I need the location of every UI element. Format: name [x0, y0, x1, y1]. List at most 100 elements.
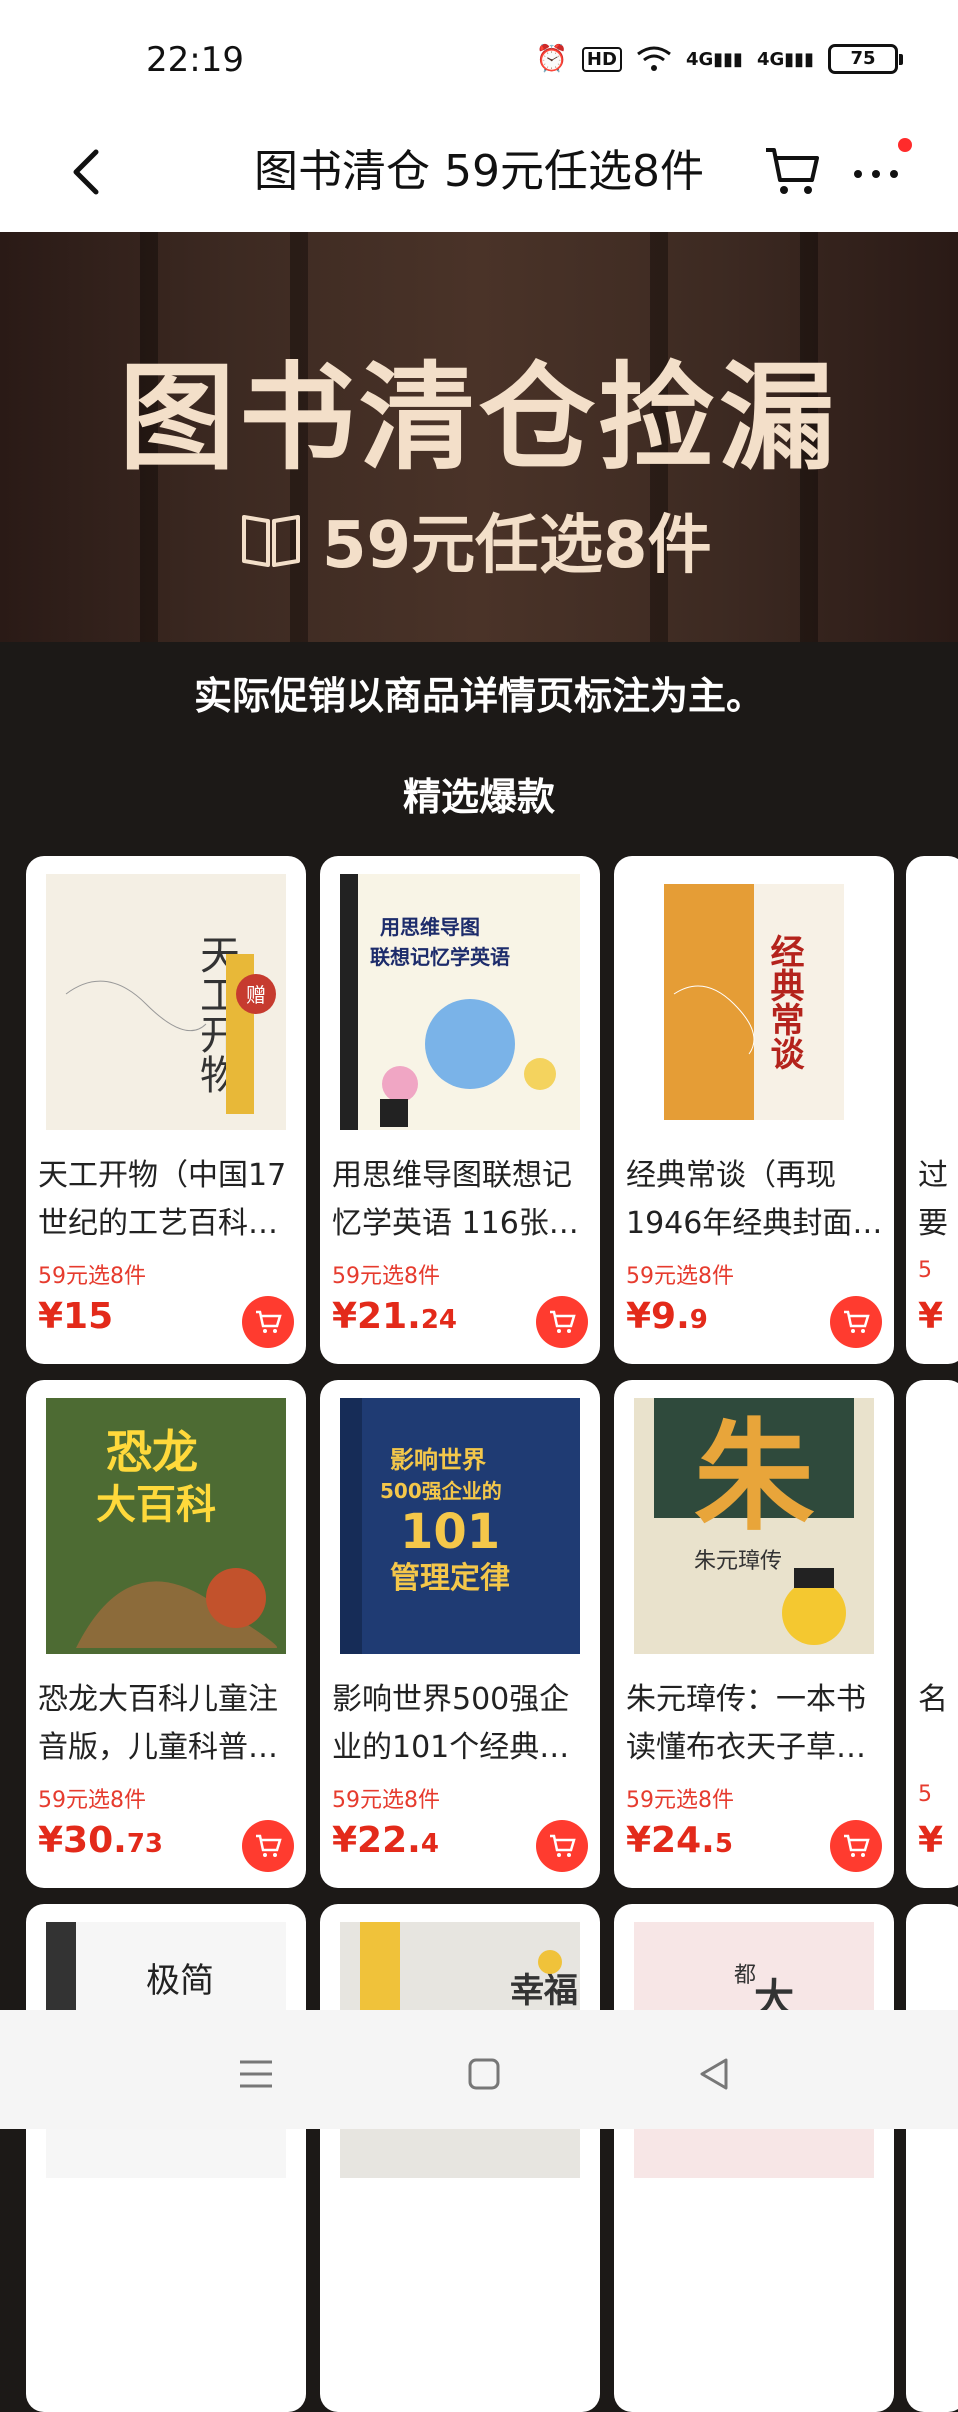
- product-price: ¥22.4: [332, 1820, 439, 1861]
- svg-text:赠: 赠: [246, 983, 266, 1007]
- product-price: ¥21.24: [332, 1296, 457, 1337]
- promo-tag: 59元选8件: [38, 1264, 146, 1289]
- peek-text: 要: [918, 1206, 948, 1241]
- price-main: ¥15: [38, 1296, 114, 1337]
- product-card[interactable]: 经典常谈 经典常谈（再现 1946年经典封面… 59元选8件 ¥9.9: [614, 856, 894, 1364]
- signal-1-icon: 4G▮▮▮: [685, 48, 743, 70]
- add-to-cart-button[interactable]: [242, 1296, 294, 1348]
- banner-title: 图书清仓捡漏: [119, 351, 839, 486]
- battery-icon: 75: [828, 44, 903, 74]
- product-card-peek[interactable]: 过要 5 ¥: [906, 856, 958, 1364]
- product-title-line: 影响世界500强企: [332, 1682, 570, 1717]
- more-icon[interactable]: [846, 140, 906, 200]
- section-title: 精选爆款: [402, 775, 555, 819]
- product-card[interactable]: 天工开物赠 天工开物（中国17 世纪的工艺百科… 59元选8件 ¥15: [26, 856, 306, 1364]
- product-title: 恐龙大百科儿童注 音版，儿童科普…: [38, 1676, 300, 1772]
- peek-price: ¥: [918, 1296, 944, 1337]
- book-icon: [242, 515, 300, 567]
- price-main: ¥24.: [626, 1820, 715, 1861]
- alarm-icon: ⏰: [535, 44, 568, 74]
- price-main: ¥22.: [332, 1820, 421, 1861]
- svg-text:影响世界: 影响世界: [390, 1446, 486, 1474]
- promo-tag: 59元选8件: [626, 1264, 734, 1289]
- product-title-line: 天工开物（中国17: [38, 1158, 287, 1193]
- peek-text: 名: [918, 1682, 948, 1717]
- system-nav-bar: [0, 2010, 958, 2129]
- price-main: ¥9.: [626, 1296, 690, 1337]
- status-icons: ⏰ HD 4G▮▮▮ 4G▮▮▮ 75: [535, 44, 903, 74]
- top-nav: 图书清仓 59元任选8件: [0, 120, 958, 232]
- peek-text: 过: [918, 1158, 948, 1193]
- promo-banner: 图书清仓捡漏 59元任选8件: [0, 232, 958, 642]
- menu-icon[interactable]: [236, 2054, 276, 2094]
- network-type-2: 4G: [756, 48, 785, 70]
- banner-subtitle: 59元任选8件: [322, 509, 712, 583]
- svg-text:用思维导图: 用思维导图: [380, 915, 480, 939]
- status-bar: 22:19 ⏰ HD 4G▮▮▮ 4G▮▮▮ 75: [0, 0, 958, 120]
- peek-promo: 5: [918, 1258, 932, 1283]
- cart-icon: [844, 1310, 870, 1333]
- svg-text:朱元璋传: 朱元璋传: [694, 1549, 782, 1574]
- price-decimal: 4: [420, 1829, 439, 1859]
- price-decimal: 5: [714, 1829, 733, 1859]
- svg-text:联想记忆学英语: 联想记忆学英语: [370, 945, 510, 969]
- cart-icon: [550, 1834, 576, 1857]
- product-title: 影响世界500强企 业的101个经典…: [332, 1676, 594, 1772]
- hd-icon: HD: [581, 46, 622, 72]
- home-icon[interactable]: [464, 2054, 504, 2094]
- network-type-1: 4G: [685, 48, 714, 70]
- peek-price: ¥: [918, 1820, 944, 1861]
- product-card-peek[interactable]: [906, 1904, 958, 2412]
- price-main: ¥30.: [38, 1820, 127, 1861]
- price-decimal: 73: [126, 1829, 164, 1859]
- svg-text:管理定律: 管理定律: [390, 1561, 510, 1596]
- add-to-cart-button[interactable]: [830, 1820, 882, 1872]
- svg-text:101: 101: [400, 1504, 500, 1560]
- product-card-peek[interactable]: 名 5 ¥: [906, 1380, 958, 1888]
- add-to-cart-button[interactable]: [242, 1820, 294, 1872]
- wifi-icon: [637, 46, 671, 71]
- product-price: ¥30.73: [38, 1820, 163, 1861]
- product-card[interactable]: 影响世界 500强企业的 101 管理定律 影响世界500强企 业的101个经典… 59…: [320, 1380, 600, 1888]
- product-price: ¥15: [38, 1296, 113, 1337]
- product-price: ¥9.9: [626, 1296, 708, 1337]
- cart-icon: [844, 1834, 870, 1857]
- banner-subtitle-row: 59元任选8件: [238, 494, 712, 586]
- product-card[interactable]: 用思维导图联想记忆学英语 用思维导图联想记 忆学英语 116张… 59元选8件 ¥…: [320, 856, 600, 1364]
- book-cover-image: 影响世界 500强企业的 101 管理定律: [340, 1398, 580, 1654]
- cart-icon[interactable]: [762, 140, 822, 200]
- promo-tag: 59元选8件: [332, 1264, 440, 1289]
- book-cover-image: 朱朱元璋传: [634, 1398, 874, 1654]
- product-title: 经典常谈（再现 1946年经典封面…: [626, 1152, 888, 1248]
- add-to-cart-button[interactable]: [830, 1296, 882, 1348]
- product-card[interactable]: 极简: [26, 1904, 306, 2412]
- add-to-cart-button[interactable]: [536, 1296, 588, 1348]
- svg-text:都: 都: [734, 1963, 756, 1988]
- price-main: ¥21.: [332, 1296, 421, 1337]
- product-title-line: 世纪的工艺百科…: [38, 1206, 278, 1241]
- product-title: 用思维导图联想记 忆学英语 116张…: [332, 1152, 594, 1248]
- peek-promo: 5: [918, 1782, 932, 1807]
- product-card[interactable]: 恐龙 大百科 恐龙大百科儿童注 音版，儿童科普… 59元选8件 ¥30.73: [26, 1380, 306, 1888]
- svg-text:500强企业的: 500强企业的: [380, 1479, 502, 1503]
- product-title-line: 忆学英语 116张…: [332, 1206, 579, 1241]
- product-card[interactable]: 幸福: [320, 1904, 600, 2412]
- svg-text:朱: 朱: [694, 1408, 815, 1547]
- cart-icon: [256, 1834, 282, 1857]
- product-title-line: 经典常谈（再现: [626, 1158, 836, 1193]
- product-title: 天工开物（中国17 世纪的工艺百科…: [38, 1152, 300, 1248]
- product-title-line: 读懂布衣天子草…: [626, 1730, 866, 1765]
- product-title-line: 业的101个经典…: [332, 1730, 570, 1765]
- product-title-line: 朱元璋传：一本书: [626, 1682, 866, 1717]
- add-to-cart-button[interactable]: [536, 1820, 588, 1872]
- product-price: ¥24.5: [626, 1820, 733, 1861]
- signal-2-icon: 4G▮▮▮: [756, 48, 814, 70]
- notification-dot: [898, 138, 912, 152]
- promo-tag: 59元选8件: [38, 1788, 146, 1813]
- back-icon[interactable]: [694, 2054, 734, 2094]
- product-card[interactable]: 大都: [614, 1904, 894, 2412]
- product-card[interactable]: 朱朱元璋传 朱元璋传：一本书 读懂布衣天子草… 59元选8件 ¥24.5: [614, 1380, 894, 1888]
- book-cover-image: 用思维导图联想记忆学英语: [340, 874, 580, 1130]
- book-cover-image: 恐龙 大百科: [46, 1398, 286, 1654]
- price-decimal: 24: [420, 1305, 458, 1335]
